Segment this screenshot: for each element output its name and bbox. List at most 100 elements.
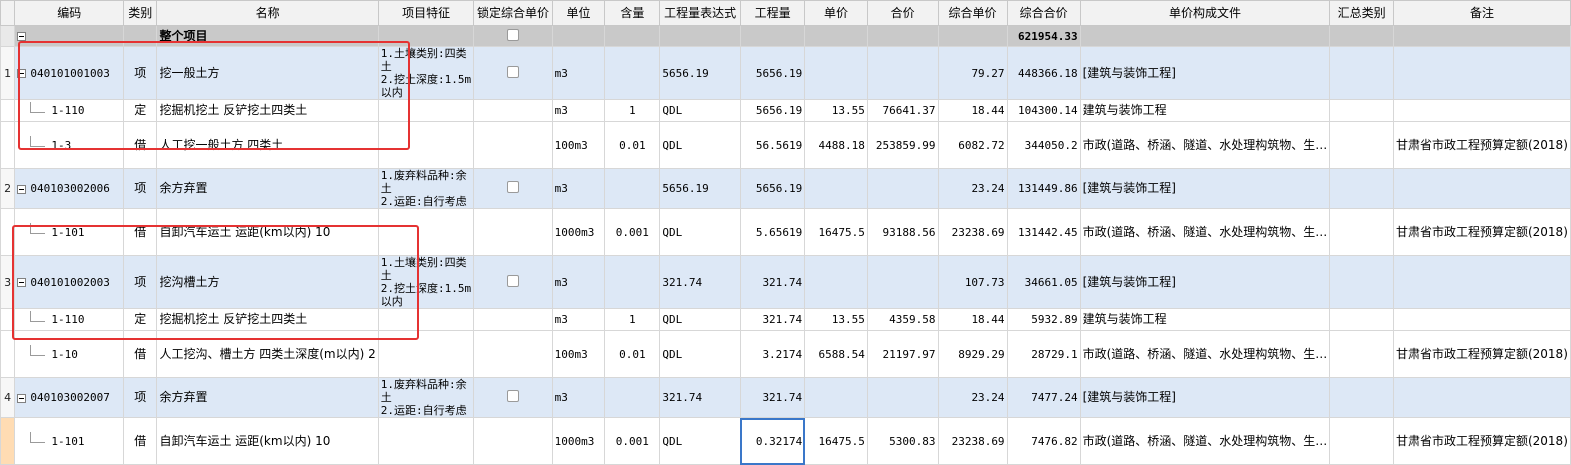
unit-cell[interactable]: 100m3 bbox=[551, 330, 606, 378]
composite-price-cell[interactable]: 79.27 bbox=[937, 46, 1008, 100]
summary-cell[interactable] bbox=[1329, 377, 1394, 418]
expr-cell[interactable]: QDL bbox=[659, 308, 741, 331]
lock-cell[interactable] bbox=[473, 308, 553, 331]
price-cell[interactable] bbox=[804, 255, 868, 309]
note-cell[interactable] bbox=[1392, 255, 1571, 309]
feature-cell[interactable]: 1.土壤类别:四类土 2.挖土深度:1.5m 以内 bbox=[377, 46, 475, 100]
unit-cell[interactable]: m3 bbox=[551, 46, 606, 100]
collapse-icon[interactable] bbox=[17, 31, 27, 41]
expr-cell[interactable]: 321.74 bbox=[659, 377, 741, 418]
content-cell[interactable] bbox=[604, 46, 661, 100]
name-cell[interactable]: 自卸汽车运土 运距(km以内) 10 bbox=[156, 208, 379, 256]
name-cell[interactable]: 余方弃置 bbox=[156, 377, 379, 418]
composite-total-cell[interactable]: 131449.86 bbox=[1006, 168, 1081, 209]
price-file-cell[interactable]: 建筑与装饰工程 bbox=[1079, 308, 1331, 331]
unit-cell[interactable]: m3 bbox=[551, 99, 606, 122]
lock-price-checkbox[interactable] bbox=[507, 65, 520, 78]
summary-cell[interactable] bbox=[1329, 308, 1394, 331]
column-header[interactable]: 备注 bbox=[1392, 0, 1571, 26]
amount-cell[interactable]: 76641.37 bbox=[866, 99, 939, 122]
whole-project-row[interactable]: 整个项目 621954.33 bbox=[0, 25, 1571, 47]
price-cell[interactable] bbox=[804, 25, 868, 47]
category-cell[interactable]: 借 bbox=[123, 208, 158, 256]
price-file-cell[interactable]: 建筑与装饰工程 bbox=[1079, 99, 1331, 122]
feature-cell[interactable] bbox=[377, 308, 475, 331]
price-file-cell[interactable]: 市政(道路、桥涵、隧道、水处理构筑物、生… bbox=[1079, 417, 1331, 465]
collapse-icon[interactable] bbox=[17, 69, 27, 78]
note-cell[interactable] bbox=[1392, 46, 1571, 100]
expr-cell[interactable]: QDL bbox=[659, 208, 741, 256]
feature-cell[interactable] bbox=[377, 121, 475, 169]
unit-cell[interactable]: m3 bbox=[551, 255, 606, 309]
code-cell[interactable]: 040101001003 bbox=[14, 46, 125, 100]
note-cell[interactable] bbox=[1392, 308, 1571, 331]
composite-total-cell[interactable]: 7476.82 bbox=[1006, 417, 1081, 465]
column-header[interactable]: 工程量表达式 bbox=[659, 0, 741, 26]
column-header[interactable]: 项目特征 bbox=[377, 0, 475, 26]
price-cell[interactable]: 4488.18 bbox=[804, 121, 868, 169]
lock-price-checkbox[interactable] bbox=[507, 28, 520, 41]
column-header[interactable]: 编码 bbox=[14, 0, 125, 26]
bill-item-row[interactable]: 3 040101002003 项挖沟槽土方 1.土壤类别:四类土 2.挖土深度:1.5… bbox=[0, 255, 1571, 309]
price-cell[interactable]: 6588.54 bbox=[804, 330, 868, 378]
category-cell[interactable] bbox=[123, 25, 158, 47]
summary-cell[interactable] bbox=[1329, 330, 1394, 378]
lock-cell[interactable] bbox=[473, 417, 553, 465]
composite-price-cell[interactable]: 23.24 bbox=[937, 377, 1008, 418]
unit-cell[interactable]: 100m3 bbox=[551, 121, 606, 169]
amount-cell[interactable] bbox=[866, 46, 939, 100]
code-cell[interactable]: 040103002007 bbox=[14, 377, 125, 418]
bill-item-row[interactable]: 1 040101001003 项挖一般土方 1.土壤类别:四类土 2.挖土深度:1.5… bbox=[0, 46, 1571, 100]
summary-cell[interactable] bbox=[1329, 255, 1394, 309]
column-header[interactable]: 单价 bbox=[804, 0, 868, 26]
column-header[interactable]: 名称 bbox=[156, 0, 379, 26]
quota-row[interactable]: 1-110 定挖掘机挖土 反铲挖土四类土 m3 1 QDL 5656.19 13.55 766… bbox=[0, 99, 1571, 122]
price-cell[interactable]: 13.55 bbox=[804, 308, 868, 331]
composite-price-cell[interactable] bbox=[937, 25, 1008, 47]
summary-cell[interactable] bbox=[1329, 46, 1394, 100]
unit-cell[interactable]: 1000m3 bbox=[551, 417, 606, 465]
lock-cell[interactable] bbox=[473, 208, 553, 256]
composite-price-cell[interactable]: 23238.69 bbox=[937, 417, 1008, 465]
composite-total-cell[interactable]: 34661.05 bbox=[1006, 255, 1081, 309]
code-cell[interactable]: 040101002003 bbox=[14, 255, 125, 309]
composite-total-cell[interactable]: 344050.2 bbox=[1006, 121, 1081, 169]
category-cell[interactable]: 定 bbox=[123, 308, 158, 331]
name-cell[interactable]: 自卸汽车运土 运距(km以内) 10 bbox=[156, 417, 379, 465]
content-cell[interactable]: 0.01 bbox=[604, 121, 661, 169]
collapse-icon[interactable] bbox=[17, 278, 27, 287]
category-cell[interactable]: 项 bbox=[123, 168, 158, 209]
composite-price-cell[interactable]: 8929.29 bbox=[937, 330, 1008, 378]
content-cell[interactable]: 1 bbox=[604, 99, 661, 122]
composite-price-cell[interactable]: 18.44 bbox=[937, 308, 1008, 331]
composite-price-cell[interactable]: 23.24 bbox=[937, 168, 1008, 209]
name-cell[interactable]: 挖掘机挖土 反铲挖土四类土 bbox=[156, 99, 379, 122]
column-header[interactable]: 锁定综合单价 bbox=[473, 0, 553, 26]
lock-cell[interactable] bbox=[473, 99, 553, 122]
price-file-cell[interactable] bbox=[1079, 25, 1331, 47]
qty-cell[interactable]: 5656.19 bbox=[739, 99, 806, 122]
price-cell[interactable]: 16475.5 bbox=[804, 208, 868, 256]
qty-cell[interactable]: 321.74 bbox=[739, 255, 806, 309]
lock-price-checkbox[interactable] bbox=[507, 274, 520, 287]
quota-row[interactable]: 1-110 定挖掘机挖土 反铲挖土四类土 m3 1 QDL 321.74 13.55 4359… bbox=[0, 308, 1571, 331]
name-cell[interactable]: 人工挖一般土方 四类土 bbox=[156, 121, 379, 169]
name-cell[interactable]: 挖掘机挖土 反铲挖土四类土 bbox=[156, 308, 379, 331]
note-cell[interactable] bbox=[1392, 168, 1571, 209]
collapse-icon[interactable] bbox=[17, 184, 27, 194]
unit-cell[interactable]: m3 bbox=[551, 377, 606, 418]
unit-cell[interactable]: 1000m3 bbox=[551, 208, 606, 256]
lock-price-checkbox[interactable] bbox=[507, 181, 520, 193]
unit-cell[interactable]: m3 bbox=[551, 308, 606, 331]
summary-cell[interactable] bbox=[1329, 417, 1394, 465]
code-cell[interactable]: 1-110 bbox=[14, 99, 125, 122]
amount-cell[interactable]: 21197.97 bbox=[866, 330, 939, 378]
qty-cell[interactable]: 321.74 bbox=[739, 308, 806, 331]
amount-cell[interactable] bbox=[866, 25, 939, 47]
composite-total-cell[interactable]: 621954.33 bbox=[1006, 25, 1081, 47]
code-cell[interactable] bbox=[14, 25, 125, 47]
collapse-icon[interactable] bbox=[17, 393, 27, 403]
code-cell[interactable]: 040103002006 bbox=[14, 168, 125, 209]
composite-price-cell[interactable]: 23238.69 bbox=[937, 208, 1008, 256]
column-header[interactable]: 单位 bbox=[551, 0, 606, 26]
